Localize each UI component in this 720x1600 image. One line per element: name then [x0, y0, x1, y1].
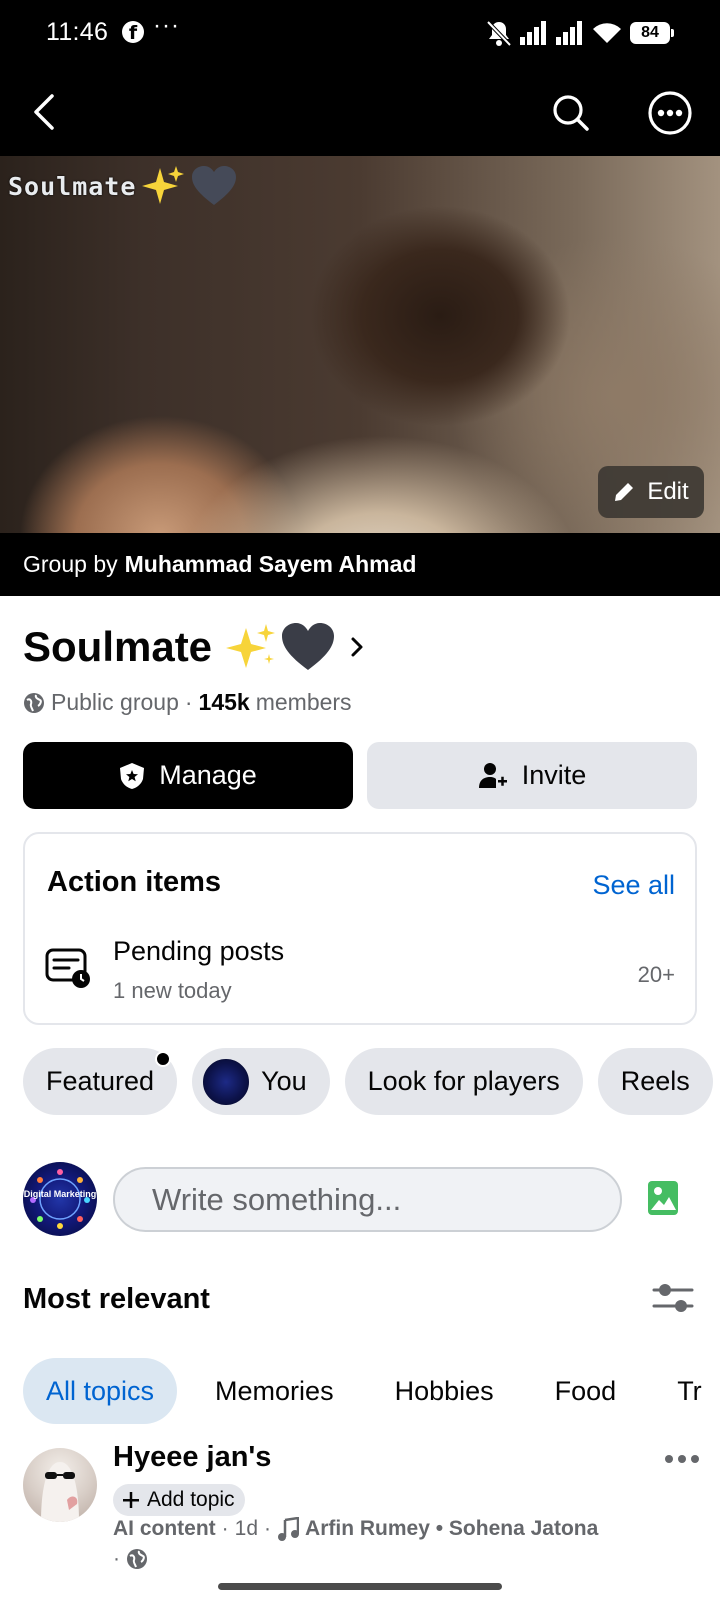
topic-truncated[interactable]: Tr [654, 1358, 720, 1424]
avatar-decoration [30, 1169, 90, 1229]
music-note-icon [278, 1517, 300, 1541]
more-horizontal-icon [665, 1455, 699, 1463]
post-more-button[interactable] [664, 1452, 700, 1470]
topic-food[interactable]: Food [532, 1358, 640, 1424]
group-meta: Public group · 145k members [23, 689, 352, 716]
ai-content-label[interactable]: AI content [113, 1517, 216, 1541]
more-notifications-indicator: ··· [153, 12, 180, 39]
cover-caption: Soulmate [8, 164, 238, 208]
manage-label: Manage [159, 760, 257, 790]
chip-look-for-players[interactable]: Look for players [344, 1048, 583, 1115]
group-name-emoji [224, 622, 336, 672]
add-topic-label: Add topic [147, 1488, 235, 1511]
chevron-right-icon [351, 637, 363, 657]
notifications-muted-icon [486, 20, 512, 47]
topic-all[interactable]: All topics [23, 1358, 178, 1424]
owner-prefix: Group by [23, 551, 118, 577]
owner-name[interactable]: Muhammad Sayem Ahmad [125, 551, 417, 578]
member-count: 145k [198, 689, 250, 715]
add-photo-button[interactable] [647, 1180, 679, 1221]
topic-filter: All topics Memories Hobbies Food Tr [23, 1358, 720, 1424]
feed-filter-button[interactable] [652, 1280, 694, 1321]
avatar-image [41, 1462, 79, 1522]
feed-sort-label: Most relevant [23, 1283, 210, 1315]
search-icon [553, 95, 589, 131]
group-privacy: Public group [51, 689, 179, 715]
edit-label: Edit [647, 478, 689, 505]
add-topic-button[interactable]: Add topic [113, 1484, 245, 1516]
back-button[interactable] [32, 93, 56, 136]
post-meta-privacy: · [113, 1547, 148, 1571]
sparkles-icon [142, 166, 185, 204]
post-time[interactable]: 1d [235, 1517, 258, 1541]
globe-icon [24, 692, 44, 713]
home-indicator[interactable] [218, 1583, 502, 1590]
sliders-icon [652, 1284, 694, 1312]
topic-memories[interactable]: Memories [192, 1358, 357, 1424]
group-tabs: Featured You Look for players Reels [23, 1048, 713, 1115]
post-author-avatar[interactable] [23, 1448, 97, 1522]
dark-heart-icon [282, 623, 335, 670]
pending-posts-count: 20+ [637, 962, 675, 987]
cover-photo[interactable]: Soulmate Edit [0, 156, 720, 533]
top-nav [0, 66, 720, 156]
invite-label: Invite [521, 760, 587, 790]
back-arrow-icon [34, 94, 54, 130]
see-all-link[interactable]: See all [592, 870, 675, 901]
pending-posts-subtitle: 1 new today [113, 978, 232, 1003]
chip-label: You [261, 1066, 307, 1096]
chip-label: Look for players [367, 1066, 560, 1096]
dark-heart-icon [192, 166, 237, 205]
manage-button[interactable]: Manage [23, 742, 353, 809]
group-name: Soulmate [23, 623, 213, 670]
signal-icon [556, 21, 582, 45]
chip-you[interactable]: You [192, 1048, 330, 1115]
invite-button[interactable]: Invite [367, 742, 697, 809]
edit-cover-button[interactable]: Edit [598, 466, 704, 518]
meta-separator: · [113, 1547, 120, 1570]
battery-icon: 84 [630, 22, 674, 44]
more-icon [648, 91, 692, 135]
status-time: 11:46 [46, 18, 109, 46]
pending-posts-row[interactable]: Pending posts 1 new today 20+ [25, 926, 695, 1016]
action-items-title: Action items [47, 866, 222, 898]
signal-icon [520, 21, 546, 45]
plus-icon [123, 1492, 139, 1508]
write-post-input[interactable]: Write something... [113, 1167, 622, 1232]
group-title-row[interactable]: Soulmate [23, 622, 364, 672]
avatar [203, 1058, 250, 1105]
cover-caption-text: Soulmate [8, 171, 137, 201]
more-options-button[interactable] [647, 90, 693, 141]
add-person-icon [478, 762, 507, 788]
group-owner-bar: Group by Muhammad Sayem Ahmad [0, 533, 720, 596]
wifi-icon [593, 23, 621, 43]
photo-icon [648, 1181, 678, 1215]
members-label: members [255, 689, 352, 715]
shield-icon [120, 762, 145, 789]
search-button[interactable] [552, 94, 590, 137]
facebook-notification-icon: f [122, 21, 144, 44]
user-avatar[interactable]: Digital Marketing [23, 1162, 97, 1236]
globe-icon [127, 1549, 147, 1569]
pencil-icon [615, 483, 634, 501]
action-items-card: Action items See all Pending posts 1 new… [23, 832, 697, 1025]
audio-track[interactable]: Arfin Rumey • Sohena Jatona [305, 1517, 598, 1541]
chip-label: Featured [46, 1066, 155, 1096]
pending-posts-title: Pending posts [113, 936, 285, 966]
meta-separator: · [264, 1517, 272, 1540]
sparkles-icon [226, 624, 276, 668]
new-indicator-dot [155, 1051, 172, 1067]
topic-hobbies[interactable]: Hobbies [372, 1358, 517, 1424]
post-author-name[interactable]: Hyeee jan's [113, 1441, 271, 1474]
avatar-text: Digital Marketing [23, 1189, 97, 1199]
chip-featured[interactable]: Featured [23, 1048, 178, 1115]
meta-separator: · [221, 1517, 229, 1540]
chip-label: Reels [620, 1066, 690, 1096]
pending-posts-icon [45, 948, 90, 988]
meta-separator: · [184, 689, 193, 715]
chip-reels[interactable]: Reels [597, 1048, 713, 1115]
status-bar: 11:46 f ··· 84 [0, 0, 720, 66]
status-icons: 84 [486, 17, 674, 49]
post-meta: AI content · 1d · Arfin Rumey • Sohena J… [113, 1517, 598, 1541]
